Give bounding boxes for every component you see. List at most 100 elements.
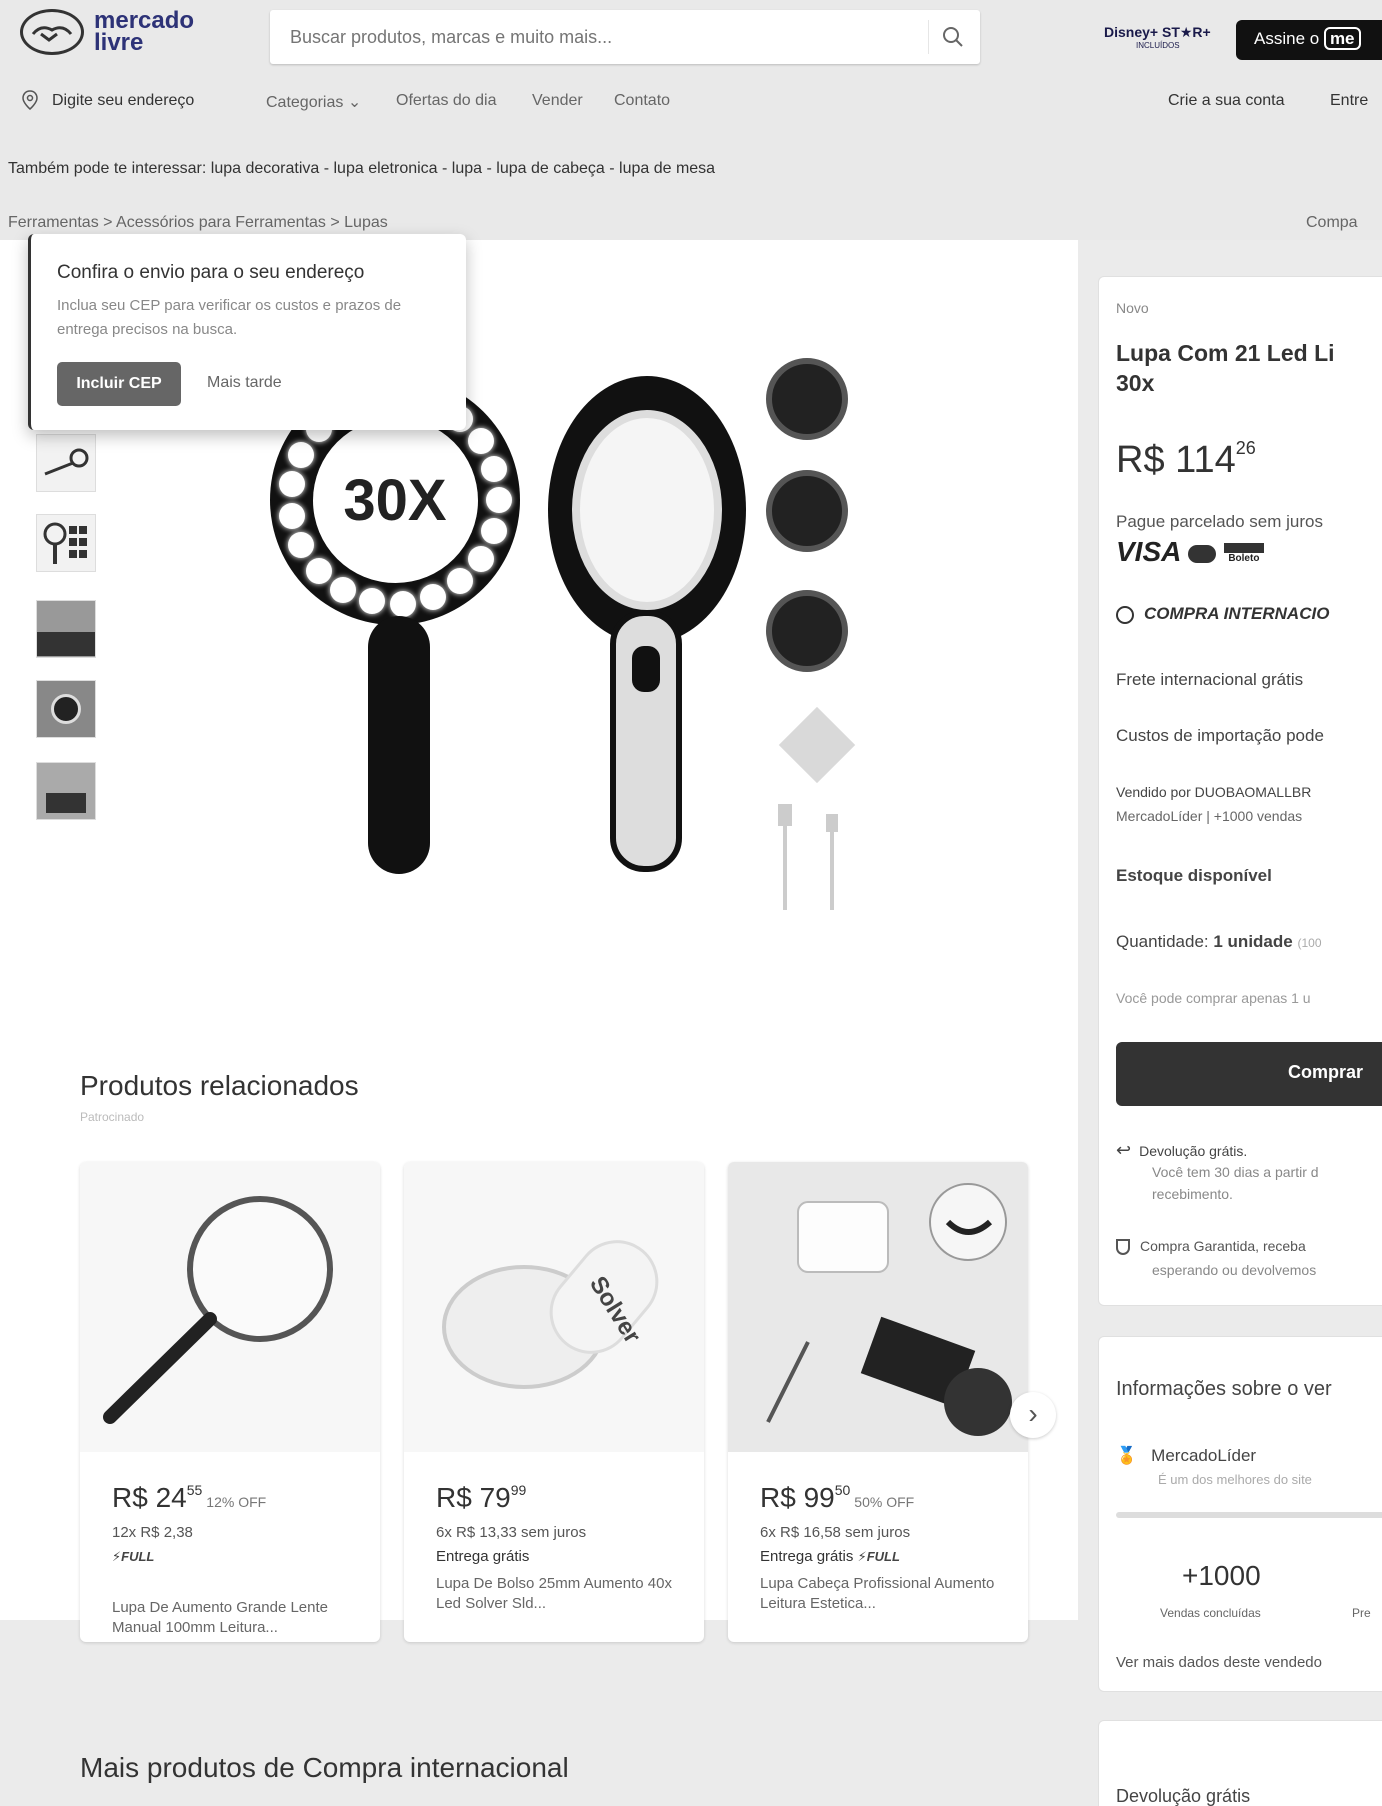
card-installments: 6x R$ 16,58 sem juros bbox=[760, 1524, 911, 1541]
installments-text[interactable]: Pague parcelado sem juros bbox=[1116, 512, 1323, 532]
led-dot bbox=[481, 517, 508, 544]
related-card-1[interactable]: R$ 245512% OFF 12x R$ 2,38 ⚡FULL Lupa De… bbox=[80, 1162, 380, 1642]
nav-categories-label: Categorias bbox=[266, 94, 344, 111]
globe-icon bbox=[1116, 605, 1134, 624]
carousel-next-button[interactable]: › bbox=[1010, 1392, 1056, 1438]
led-dot bbox=[481, 456, 508, 483]
full-badge: ⚡FULL bbox=[112, 1549, 155, 1564]
led-dot bbox=[279, 502, 306, 529]
delivery-label: Pre bbox=[1352, 1606, 1371, 1620]
led-dot bbox=[305, 557, 332, 584]
disney-sub: INCLUÍDOS bbox=[1136, 41, 1180, 50]
later-button[interactable]: Mais tarde bbox=[207, 374, 282, 392]
buy-button[interactable]: Comprar bbox=[1116, 1042, 1382, 1106]
sales-count: +1000 bbox=[1182, 1560, 1261, 1591]
login-link[interactable]: Entre bbox=[1330, 92, 1368, 110]
sponsored-label: Patrocinado bbox=[80, 1110, 145, 1124]
zoom-detail-2 bbox=[766, 470, 848, 552]
product-thumb bbox=[728, 1162, 1028, 1452]
chevron-down-icon: ⌄ bbox=[347, 94, 362, 111]
returns-info[interactable]: ↩ Devolução grátis. bbox=[1116, 1140, 1247, 1161]
search-bar[interactable] bbox=[270, 10, 980, 64]
product-thumb bbox=[80, 1162, 380, 1452]
card-title[interactable]: Lupa De Bolso 25mm Aumento 40x Led Solve… bbox=[436, 1574, 686, 1614]
led-dot bbox=[330, 577, 356, 604]
usb-cable-icon bbox=[770, 800, 860, 920]
full-badge: ⚡FULL bbox=[857, 1549, 900, 1564]
guarantee-body: esperando ou devolvemos bbox=[1152, 1262, 1317, 1278]
card-title[interactable]: Lupa De Aumento Grande Lente Manual 100m… bbox=[112, 1598, 362, 1638]
shipping-info: Frete internacional grátis bbox=[1116, 670, 1304, 689]
popup-title: Confira o envio para o seu endereço bbox=[57, 262, 365, 283]
breadcrumb[interactable]: Ferramentas > Acessórios para Ferramenta… bbox=[8, 214, 388, 232]
bottom-panel-title: Devolução grátis bbox=[1116, 1786, 1251, 1806]
magnifier-handle-back bbox=[610, 610, 682, 872]
popup-body: Inclua seu CEP para verificar os custos … bbox=[57, 297, 402, 338]
shipping-address-popup: Confira o envio para o seu endereço Incl… bbox=[28, 234, 466, 430]
thumbnail-3[interactable] bbox=[36, 600, 96, 658]
disney-star-badge[interactable]: Disney+ ST★R+ INCLUÍDOS bbox=[1104, 24, 1211, 50]
led-dot bbox=[288, 532, 315, 559]
led-dot bbox=[446, 568, 473, 595]
card-price: R$ 995050% OFF bbox=[760, 1482, 915, 1513]
thumbnail-1[interactable] bbox=[36, 434, 96, 492]
guarantee-info[interactable]: Compra Garantida, receba bbox=[1116, 1238, 1306, 1256]
led-dot bbox=[486, 487, 512, 513]
sales-label: Vendas concluídas bbox=[1160, 1606, 1261, 1620]
zoom-detail-1 bbox=[766, 358, 848, 440]
subscribe-button[interactable]: Assine o me bbox=[1236, 20, 1382, 60]
payment-methods: VISA Boleto bbox=[1116, 536, 1264, 568]
nav-categories[interactable]: Categorias ⌄ bbox=[266, 92, 361, 112]
mercadolider-badge: 🏅 MercadoLíder bbox=[1116, 1446, 1257, 1465]
subscribe-label: Assine o bbox=[1254, 29, 1320, 48]
shield-icon bbox=[1116, 1239, 1130, 1256]
card-shipping: Entrega grátis bbox=[436, 1548, 530, 1565]
thumbnail-5[interactable] bbox=[36, 762, 96, 820]
search-input[interactable] bbox=[270, 26, 910, 48]
purchase-limit-note: Você pode comprar apenas 1 u bbox=[1116, 990, 1311, 1006]
logo-text: mercado livre bbox=[94, 7, 195, 56]
led-dot bbox=[419, 583, 446, 610]
returns-body-2: recebimento. bbox=[1152, 1186, 1233, 1202]
returns-body-1: Você tem 30 dias a partir d bbox=[1152, 1164, 1319, 1180]
share-link[interactable]: Compa bbox=[1306, 214, 1358, 232]
more-products-title: Mais produtos de Compra internacional bbox=[80, 1752, 569, 1783]
nav-contact[interactable]: Contato bbox=[614, 92, 670, 110]
international-badge: COMPRA INTERNACIO bbox=[1116, 604, 1329, 624]
led-dot bbox=[358, 588, 385, 615]
quantity-selector[interactable]: Quantidade: 1 unidade (100 bbox=[1116, 932, 1322, 952]
product-title: Lupa Com 21 Led Li 30x bbox=[1116, 340, 1335, 396]
seller-meta: MercadoLíder | +1000 vendas bbox=[1116, 808, 1303, 824]
address-link[interactable]: Digite seu endereço bbox=[52, 92, 194, 110]
also-interest[interactable]: Também pode te interessar: lupa decorati… bbox=[8, 160, 715, 178]
handshake-icon bbox=[20, 9, 84, 55]
thumbnail-2[interactable] bbox=[36, 514, 96, 572]
search-icon[interactable] bbox=[928, 20, 964, 54]
card-installments: 12x R$ 2,38 bbox=[112, 1524, 193, 1541]
chevron-right-icon: › bbox=[1028, 1398, 1038, 1429]
nav-sell[interactable]: Vender bbox=[532, 92, 583, 110]
product-price: R$ 11426 bbox=[1116, 438, 1256, 481]
nav-offers[interactable]: Ofertas do dia bbox=[396, 92, 497, 110]
logo[interactable]: mercado livre bbox=[20, 6, 200, 58]
condition-label: Novo bbox=[1116, 300, 1149, 316]
location-icon[interactable] bbox=[22, 90, 38, 115]
mastercard-icon bbox=[1188, 544, 1217, 563]
disney-label: Disney+ ST★R+ bbox=[1104, 24, 1211, 40]
thumbnail-4[interactable] bbox=[36, 680, 96, 738]
related-card-3[interactable]: R$ 995050% OFF 6x R$ 16,58 sem juros Ent… bbox=[728, 1162, 1028, 1642]
card-shipping: ⚡FULL bbox=[112, 1548, 154, 1565]
create-account-link[interactable]: Crie a sua conta bbox=[1168, 92, 1285, 110]
led-dot bbox=[279, 471, 306, 498]
card-price: R$ 7999 bbox=[436, 1482, 527, 1513]
include-cep-button[interactable]: Incluir CEP bbox=[57, 362, 181, 406]
visa-icon: VISA bbox=[1116, 536, 1181, 567]
related-card-2[interactable]: Solver R$ 7999 6x R$ 13,33 sem juros Ent… bbox=[404, 1162, 704, 1642]
import-costs[interactable]: Custos de importação pode bbox=[1116, 726, 1324, 746]
magnifier-handle bbox=[368, 616, 430, 874]
mercadolider-desc: É um dos melhores do site bbox=[1158, 1472, 1312, 1487]
sold-by[interactable]: Vendido por DUOBAOMALLBR bbox=[1116, 784, 1311, 800]
seller-more-link[interactable]: Ver mais dados deste vendedo bbox=[1116, 1654, 1322, 1671]
card-title[interactable]: Lupa Cabeça Profissional Aumento Leitura… bbox=[760, 1574, 1010, 1614]
return-arrow-icon: ↩ bbox=[1116, 1140, 1132, 1160]
